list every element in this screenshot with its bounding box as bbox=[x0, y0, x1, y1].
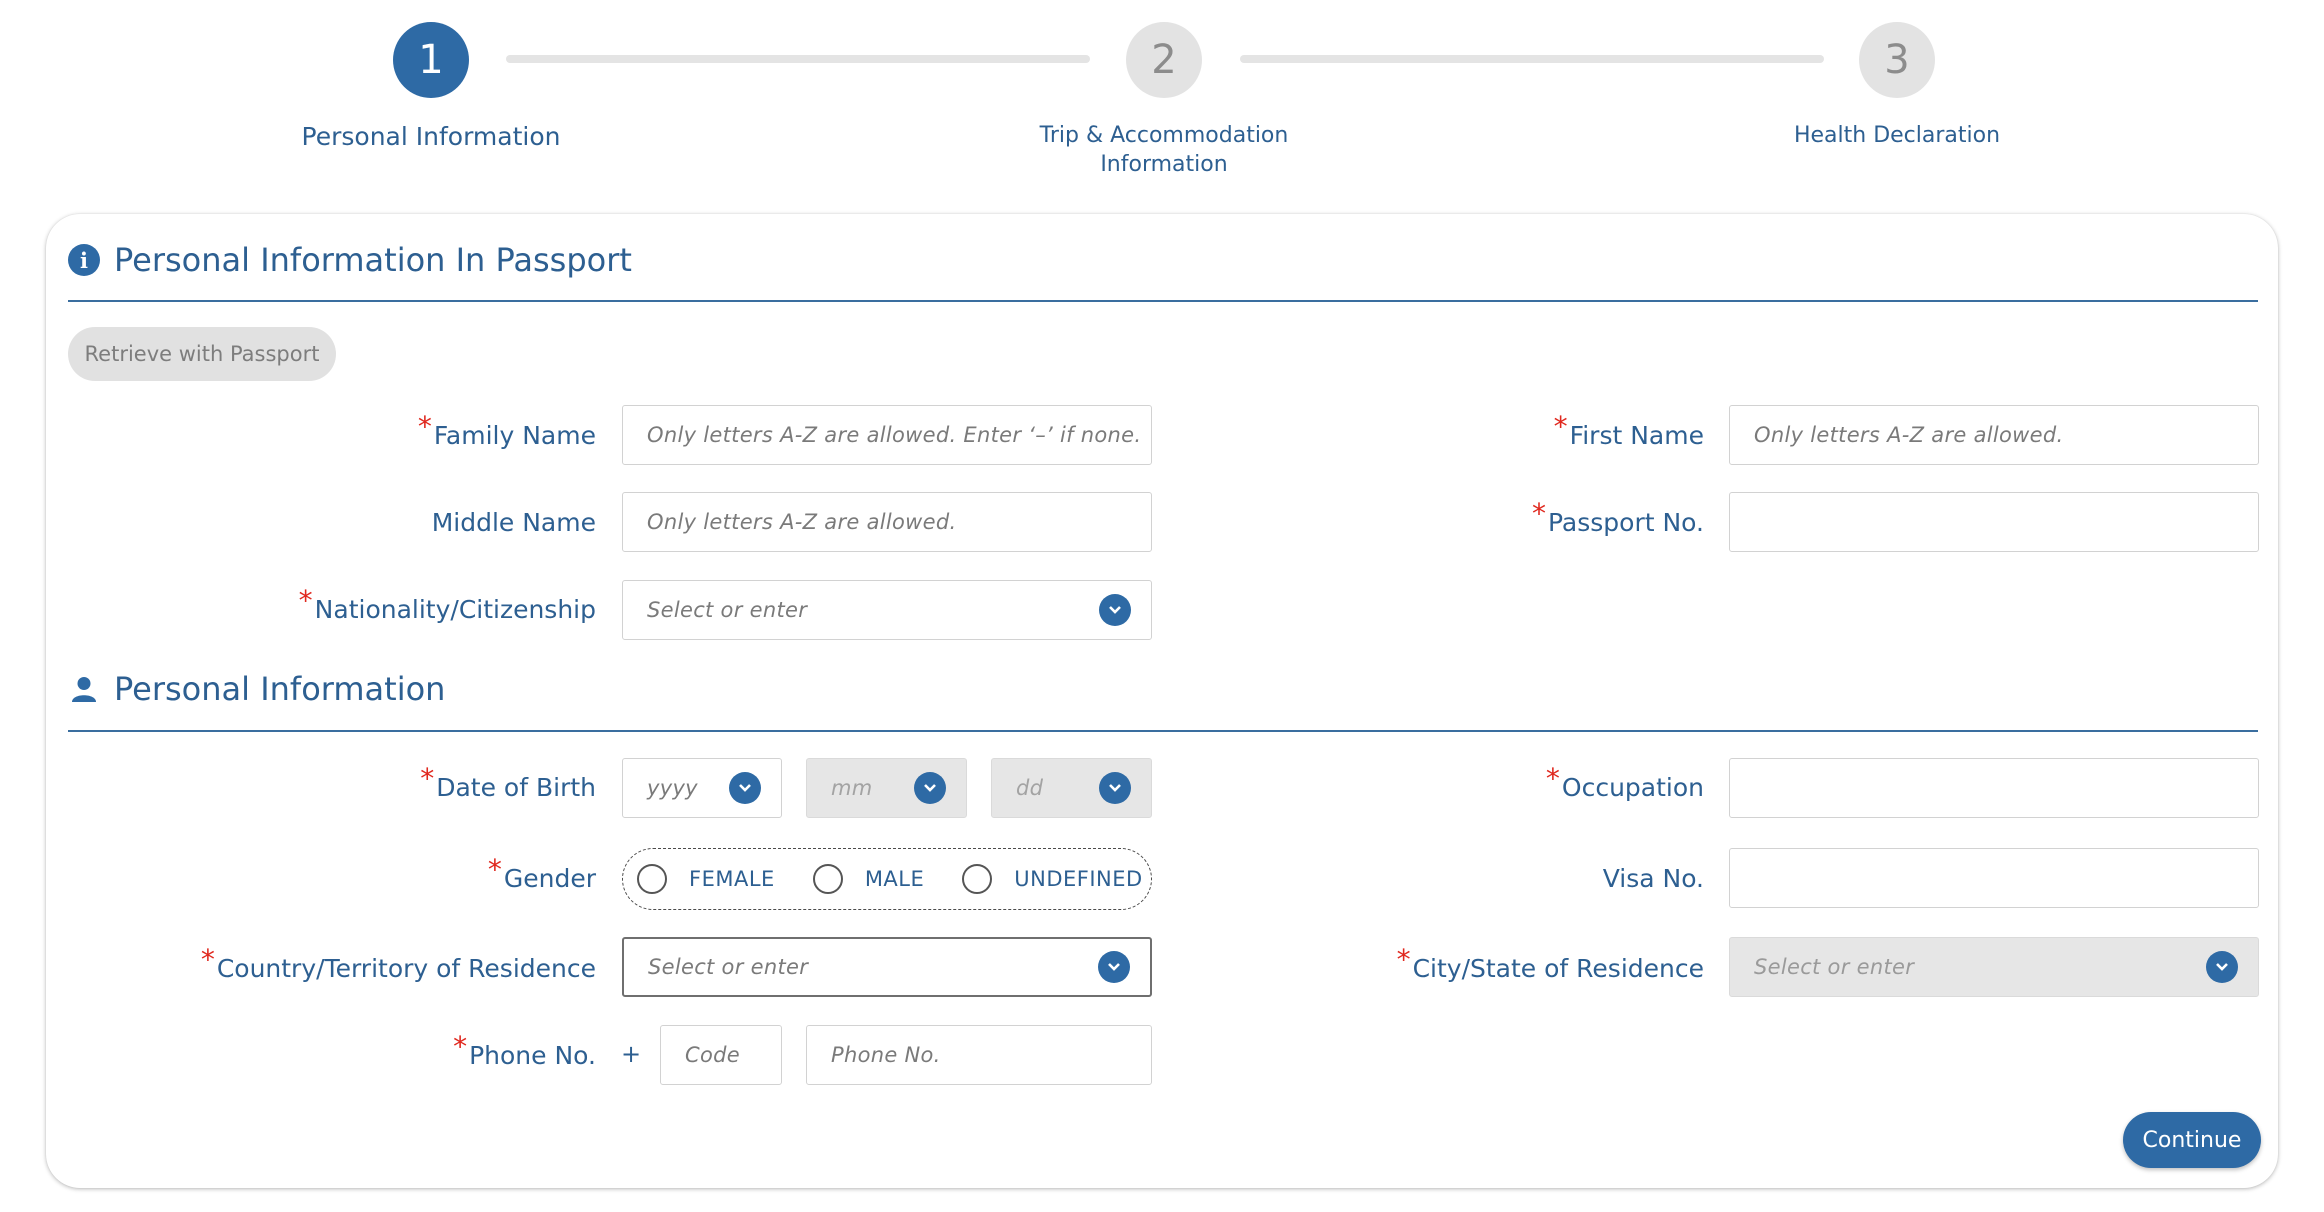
required-marker: * bbox=[487, 853, 502, 886]
required-marker: * bbox=[420, 762, 435, 795]
chevron-down-icon[interactable] bbox=[729, 772, 761, 804]
step-2-label-line1: Trip & Accommodation bbox=[1039, 123, 1289, 148]
visa-no-label: Visa No. bbox=[1602, 864, 1704, 893]
dob-year-placeholder: yyyy bbox=[647, 776, 698, 800]
occupation-label-text: Occupation bbox=[1561, 773, 1704, 802]
required-marker: * bbox=[1545, 762, 1560, 795]
nationality-select[interactable]: Select or enter bbox=[622, 580, 1152, 640]
gender-label: *Gender bbox=[488, 853, 596, 894]
step-2-number: 2 bbox=[1151, 37, 1177, 83]
chevron-down-icon[interactable] bbox=[914, 772, 946, 804]
phone-code-input[interactable]: Code bbox=[660, 1025, 782, 1085]
phone-number-placeholder: Phone No. bbox=[831, 1043, 941, 1067]
person-icon bbox=[68, 673, 100, 705]
continue-button[interactable]: Continue bbox=[2123, 1112, 2261, 1168]
info-icon: i bbox=[68, 244, 100, 276]
gender-option-female[interactable]: FEMALE bbox=[637, 864, 775, 894]
middle-name-placeholder: Only letters A-Z are allowed. bbox=[647, 510, 957, 534]
radio-button[interactable] bbox=[812, 864, 843, 894]
city-residence-label: *City/State of Residence bbox=[1397, 943, 1704, 984]
passport-no-label: *Passport No. bbox=[1532, 497, 1704, 538]
step-1-label: Personal Information bbox=[301, 122, 561, 151]
passport-no-input[interactable] bbox=[1729, 492, 2259, 552]
required-marker: * bbox=[453, 1030, 468, 1063]
gender-option-label: UNDEFINED bbox=[1014, 867, 1143, 891]
city-residence-label-text: City/State of Residence bbox=[1412, 954, 1704, 983]
dob-day-placeholder: dd bbox=[1016, 776, 1044, 800]
family-name-label-text: Family Name bbox=[433, 421, 596, 450]
first-name-label: *First Name bbox=[1554, 410, 1704, 451]
required-marker: * bbox=[1531, 497, 1546, 530]
radio-button[interactable] bbox=[637, 864, 667, 894]
nationality-placeholder: Select or enter bbox=[647, 598, 808, 622]
step-connector-1-2 bbox=[506, 55, 1090, 63]
step-connector-2-3 bbox=[1240, 55, 1824, 63]
family-name-input[interactable]: Only letters A-Z are allowed. Enter ‘–’ … bbox=[622, 405, 1152, 465]
country-residence-placeholder: Select or enter bbox=[648, 955, 809, 979]
first-name-placeholder: Only letters A-Z are allowed. bbox=[1754, 423, 2064, 447]
dob-day-select[interactable]: dd bbox=[991, 758, 1152, 818]
personal-section-divider bbox=[68, 730, 2258, 732]
gender-radio-group: FEMALE MALE UNDEFINED bbox=[622, 848, 1152, 910]
passport-section-divider bbox=[68, 300, 2258, 302]
middle-name-label: Middle Name bbox=[431, 508, 596, 537]
dob-label: *Date of Birth bbox=[420, 762, 596, 803]
country-residence-label-text: Country/Territory of Residence bbox=[216, 954, 596, 983]
step-2-label: Trip & Accommodation Information bbox=[984, 121, 1344, 179]
gender-option-label: FEMALE bbox=[689, 867, 775, 891]
dob-month-select[interactable]: mm bbox=[806, 758, 967, 818]
step-1-number: 1 bbox=[418, 37, 444, 83]
chevron-down-icon[interactable] bbox=[1098, 951, 1130, 983]
radio-button[interactable] bbox=[962, 864, 993, 894]
chevron-down-icon[interactable] bbox=[2206, 951, 2238, 983]
country-residence-label: *Country/Territory of Residence bbox=[201, 943, 596, 984]
gender-option-label: MALE bbox=[864, 867, 925, 891]
passport-section-header: i Personal Information In Passport bbox=[68, 241, 2260, 279]
dob-label-text: Date of Birth bbox=[436, 773, 596, 802]
middle-name-input[interactable]: Only letters A-Z are allowed. bbox=[622, 492, 1152, 552]
gender-option-undefined[interactable]: UNDEFINED bbox=[962, 864, 1142, 894]
phone-code-placeholder: Code bbox=[685, 1043, 740, 1067]
required-marker: * bbox=[200, 943, 215, 976]
required-marker: * bbox=[417, 410, 432, 443]
phone-label: *Phone No. bbox=[453, 1030, 596, 1071]
chevron-down-icon[interactable] bbox=[1099, 772, 1131, 804]
occupation-input[interactable] bbox=[1729, 758, 2259, 818]
phone-label-text: Phone No. bbox=[469, 1041, 596, 1070]
required-marker: * bbox=[298, 584, 313, 617]
gender-option-male[interactable]: MALE bbox=[812, 864, 925, 894]
step-2-label-line2: Information bbox=[1100, 152, 1228, 177]
family-name-label: *Family Name bbox=[418, 410, 596, 451]
city-residence-select[interactable]: Select or enter bbox=[1729, 937, 2259, 997]
country-residence-select[interactable]: Select or enter bbox=[622, 937, 1152, 997]
nationality-label: *Nationality/Citizenship bbox=[299, 584, 596, 625]
personal-section-title: Personal Information bbox=[114, 670, 446, 708]
occupation-label: *Occupation bbox=[1546, 762, 1704, 803]
first-name-label-text: First Name bbox=[1569, 421, 1704, 450]
dob-year-select[interactable]: yyyy bbox=[622, 758, 782, 818]
phone-plus-prefix: + bbox=[621, 1040, 642, 1068]
nationality-label-text: Nationality/Citizenship bbox=[314, 595, 596, 624]
required-marker: * bbox=[1396, 943, 1411, 976]
passport-no-label-text: Passport No. bbox=[1547, 508, 1704, 537]
step-3-number: 3 bbox=[1884, 37, 1910, 83]
progress-stepper: 1 Personal Information 2 Trip & Accommod… bbox=[0, 0, 2324, 200]
step-3-indicator: 3 bbox=[1859, 22, 1935, 98]
visa-no-input[interactable] bbox=[1729, 848, 2259, 908]
step-2-indicator: 2 bbox=[1126, 22, 1202, 98]
dob-month-placeholder: mm bbox=[831, 776, 873, 800]
city-residence-placeholder: Select or enter bbox=[1754, 955, 1915, 979]
phone-number-input[interactable]: Phone No. bbox=[806, 1025, 1152, 1085]
step-1-indicator: 1 bbox=[393, 22, 469, 98]
required-marker: * bbox=[1553, 410, 1568, 443]
step-3-label: Health Declaration bbox=[1793, 123, 2001, 148]
passport-section-title: Personal Information In Passport bbox=[114, 241, 632, 279]
family-name-placeholder: Only letters A-Z are allowed. Enter ‘–’ … bbox=[647, 423, 1142, 447]
first-name-input[interactable]: Only letters A-Z are allowed. bbox=[1729, 405, 2259, 465]
personal-section-header: Personal Information bbox=[68, 670, 2260, 708]
gender-label-text: Gender bbox=[503, 864, 596, 893]
retrieve-with-passport-button[interactable]: Retrieve with Passport bbox=[68, 327, 336, 381]
chevron-down-icon[interactable] bbox=[1099, 594, 1131, 626]
